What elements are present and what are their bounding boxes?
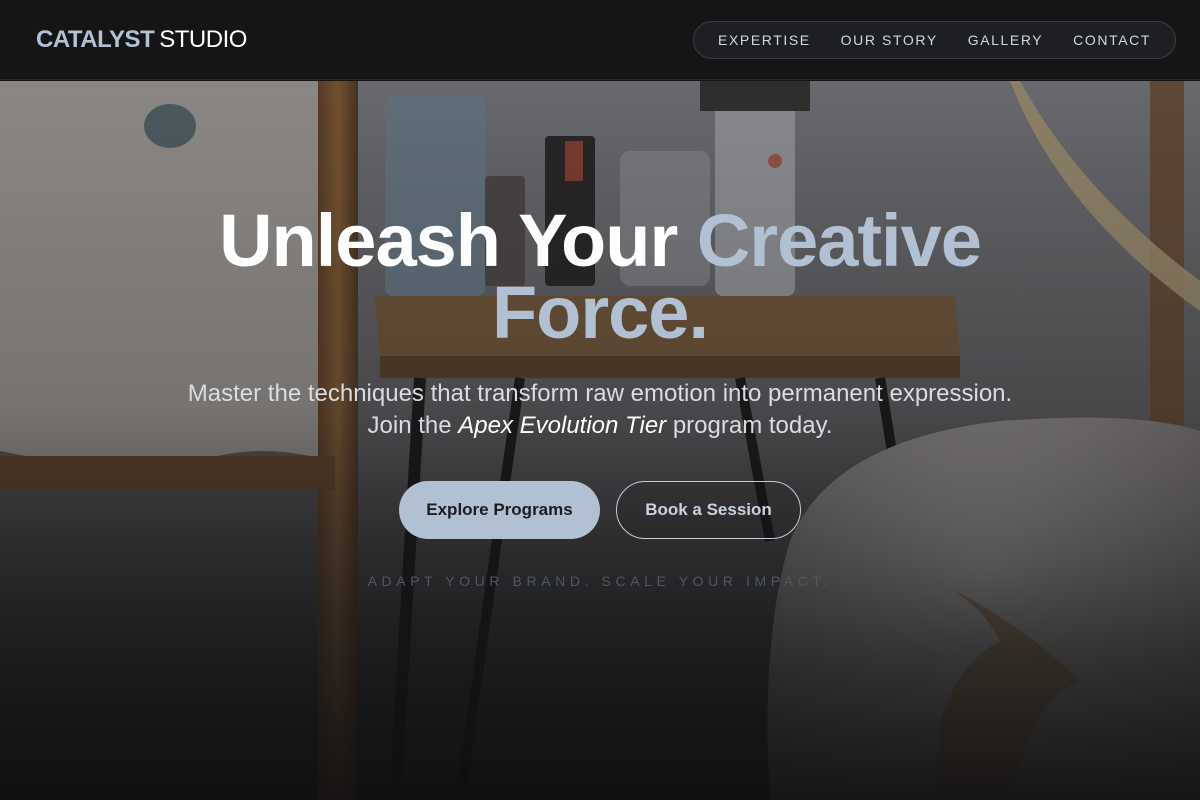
nav-item-gallery[interactable]: GALLERY — [968, 32, 1044, 48]
headline-accent-text: Creative — [696, 199, 982, 282]
hero-headline: Unleash Your Creative Force. — [0, 204, 1200, 350]
hero-subtext: Master the techniques that transform raw… — [0, 378, 1200, 442]
brand-logo[interactable]: CATALYST STUDIO — [36, 26, 247, 54]
nav-item-expertise[interactable]: EXPERTISE — [718, 32, 811, 48]
subtext-line-1: Master the techniques that transform raw… — [187, 380, 1013, 407]
brand-name-strong: CATALYST — [36, 26, 155, 53]
hero-tagline: ADAPT YOUR BRAND. SCALE YOUR IMPACT. — [367, 573, 833, 589]
main-nav: EXPERTISE OUR STORY GALLERY CONTACT — [693, 21, 1176, 59]
brand-name-light: STUDIO — [159, 26, 247, 53]
nav-item-our-story[interactable]: OUR STORY — [841, 32, 938, 48]
explore-programs-button[interactable]: Explore Programs — [399, 481, 600, 539]
site-header: CATALYST STUDIO EXPERTISE OUR STORY GALLE… — [0, 0, 1200, 80]
nav-item-contact[interactable]: CONTACT — [1073, 32, 1151, 48]
subtext-end: program today. — [672, 412, 833, 439]
headline-white-text: Unleash Your — [219, 199, 678, 282]
subtext-program-name: Apex Evolution Tier — [458, 412, 667, 439]
headline-accent-text-2: Force. — [491, 271, 709, 354]
book-session-button[interactable]: Book a Session — [616, 481, 801, 539]
subtext-join: Join the — [367, 412, 452, 439]
